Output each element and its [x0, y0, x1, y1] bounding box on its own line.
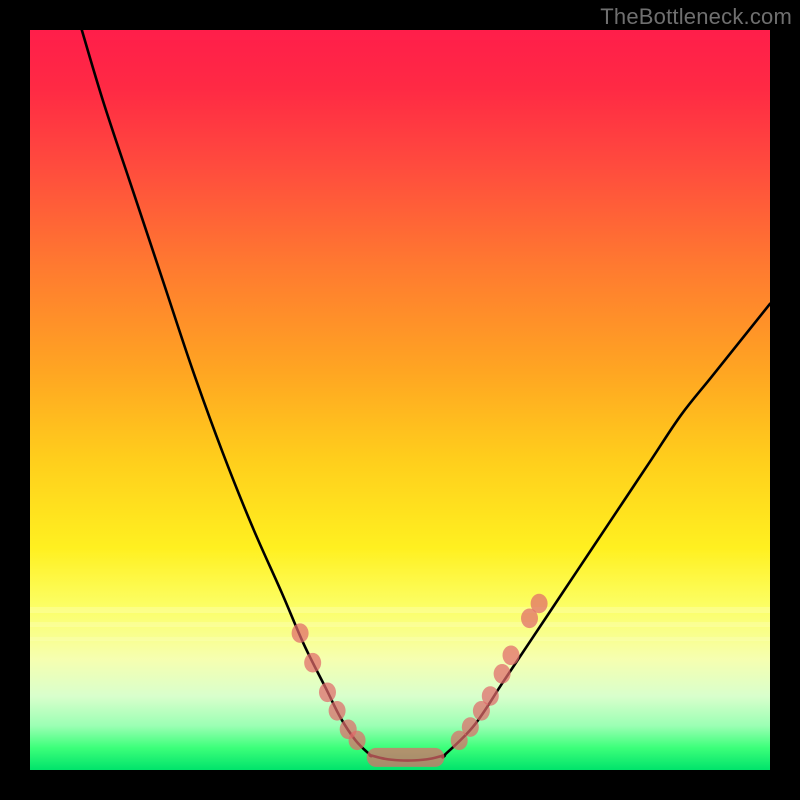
watermark-label: TheBottleneck.com — [600, 4, 792, 30]
plot-area — [30, 30, 770, 770]
curve-marker — [319, 683, 336, 703]
curve-marker — [494, 664, 511, 684]
curve-marker — [349, 731, 366, 751]
curve-marker — [329, 701, 346, 721]
bottom-capsule-shape — [367, 748, 445, 767]
curve-marker — [482, 686, 499, 706]
curve-marker — [304, 653, 321, 673]
curve-marker — [503, 646, 520, 666]
chart-stage: TheBottleneck.com — [0, 0, 800, 800]
bottom-capsule — [367, 748, 445, 767]
curve-marker — [462, 717, 479, 737]
curve-marker — [292, 623, 309, 643]
bottleneck-curve — [82, 30, 770, 761]
curve-marker — [531, 594, 548, 614]
chart-svg — [30, 30, 770, 770]
curve-markers — [292, 594, 548, 750]
